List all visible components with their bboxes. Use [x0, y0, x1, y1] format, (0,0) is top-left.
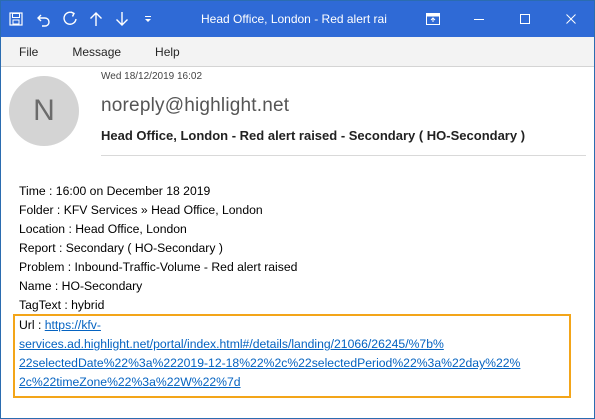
body-line-report: Report : Secondary ( HO-Secondary ) — [19, 241, 223, 255]
sender-address[interactable]: noreply@highlight.net — [101, 95, 289, 117]
close-icon[interactable] — [548, 1, 594, 37]
url-link-line-1[interactable]: https://kfv- — [45, 318, 101, 332]
url-block: Url : https://kfv- services.ad.highlight… — [19, 316, 569, 392]
body-line-time: Time : 16:00 on December 18 2019 — [19, 184, 211, 198]
url-label: Url : — [19, 318, 45, 332]
message-body: Time : 16:00 on December 18 2019 Folder … — [19, 182, 579, 315]
down-arrow-icon[interactable] — [109, 1, 135, 37]
window-title: Head Office, London - Red alert raised — [201, 12, 387, 26]
header-divider — [101, 155, 586, 156]
body-line-folder: Folder : KFV Services » Head Office, Lon… — [19, 203, 263, 217]
url-link-line-2[interactable]: services.ad.highlight.net/portal/index.h… — [19, 337, 444, 351]
title-bar: Head Office, London - Red alert raised — [1, 1, 594, 37]
body-line-name: Name : HO-Secondary — [19, 279, 143, 293]
up-arrow-icon[interactable] — [83, 1, 109, 37]
sender-avatar[interactable]: N — [9, 76, 79, 146]
url-link-line-4[interactable]: 2c%22timeZone%22%3a%22W%22%7d — [19, 375, 241, 389]
redo-icon[interactable] — [57, 1, 83, 37]
url-link-line-3[interactable]: 22selectedDate%22%3a%222019-12-18%22%2c%… — [19, 356, 520, 370]
outlook-message-window: Head Office, London - Red alert raised F… — [0, 0, 595, 419]
body-line-problem: Problem : Inbound-Traffic-Volume - Red a… — [19, 260, 298, 274]
menu-bar: File Message Help — [1, 37, 594, 67]
restore-ribbon-icon[interactable] — [410, 1, 456, 37]
message-subject: Head Office, London - Red alert raised -… — [101, 128, 526, 143]
body-line-location: Location : Head Office, London — [19, 222, 187, 236]
message-date: Wed 18/12/2019 16:02 — [101, 71, 203, 82]
save-icon[interactable] — [1, 1, 31, 37]
maximize-icon[interactable] — [502, 1, 548, 37]
menu-help[interactable]: Help — [137, 37, 180, 67]
menu-file[interactable]: File — [1, 37, 38, 67]
menu-message[interactable]: Message — [54, 37, 121, 67]
undo-icon[interactable] — [31, 1, 57, 37]
minimize-icon[interactable] — [456, 1, 502, 37]
body-line-tagtext: TagText : hybrid — [19, 298, 105, 312]
window-controls — [410, 1, 594, 37]
customize-icon[interactable] — [135, 1, 161, 37]
